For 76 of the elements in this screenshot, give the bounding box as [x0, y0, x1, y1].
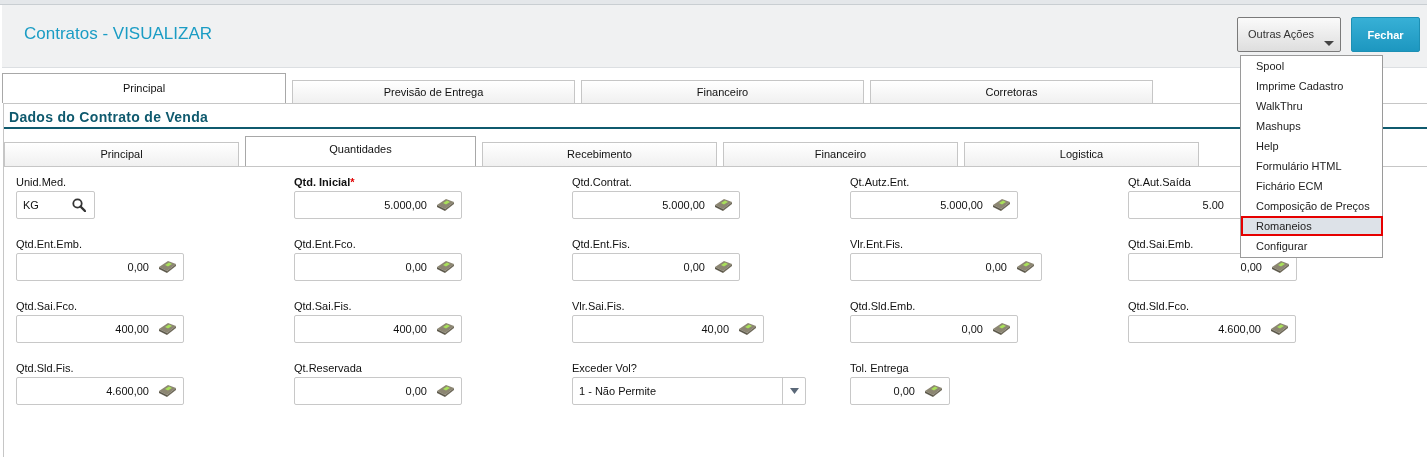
input-field[interactable]: 0,00	[1128, 253, 1297, 281]
input-field[interactable]: 400,00	[294, 315, 462, 343]
menu-item[interactable]: Spool	[1241, 56, 1382, 76]
page-title: Contratos - VISUALIZAR	[24, 24, 212, 44]
input-field[interactable]: 5.000,00	[294, 191, 462, 219]
section-title: Dados do Contrato de Venda	[9, 109, 210, 125]
caret-icon	[1324, 41, 1334, 46]
field-label: Qtd.Ent.Fco.	[294, 237, 356, 251]
calculator-icon	[739, 323, 756, 335]
search-icon	[72, 198, 86, 212]
field-label: Vlr.Ent.Fis.	[850, 237, 904, 251]
input-field[interactable]: 4.600,00	[1128, 315, 1296, 343]
field-label: Unid.Med.	[16, 175, 67, 189]
field-label: Qt.Autz.Ent.	[850, 175, 910, 189]
actions-dropdown-button[interactable]: Outras Ações	[1237, 17, 1341, 52]
input-field[interactable]: 5.000,00	[572, 191, 740, 219]
input-field[interactable]: KG	[16, 191, 95, 219]
input-field[interactable]: 4.600,00	[16, 377, 184, 405]
input-field[interactable]: 0,00	[850, 253, 1042, 281]
field-label: Qt.Aut.Saída	[1128, 175, 1191, 189]
calculator-icon	[159, 323, 176, 335]
input-field[interactable]: 0,00	[850, 377, 950, 405]
field-label: Qtd.Sai.Fis.	[294, 299, 352, 313]
tab[interactable]: Principal	[4, 142, 239, 166]
calculator-icon	[1272, 261, 1289, 273]
field-label: Qtd.Sai.Fco.	[16, 299, 78, 313]
input-field[interactable]: 400,00	[16, 315, 184, 343]
input-field[interactable]: 0,00	[850, 315, 1018, 343]
calculator-icon	[993, 323, 1010, 335]
field-label: Qtd.Sld.Fco.	[1128, 299, 1190, 313]
tab[interactable]: Principal	[2, 73, 286, 103]
input-field[interactable]: 0,00	[294, 253, 462, 281]
field-label: Qtd.Sai.Emb.	[1128, 237, 1194, 251]
field-label: Qtd.Sld.Fis.	[16, 361, 74, 375]
calculator-icon	[437, 323, 454, 335]
tab[interactable]: Corretoras	[870, 80, 1153, 103]
input-field[interactable]: 0,00	[572, 253, 740, 281]
field-label: Qtd.Ent.Fis.	[572, 237, 631, 251]
tab[interactable]: Quantidades	[245, 136, 476, 166]
field-label: Vlr.Sai.Fis.	[572, 299, 625, 313]
field-label: Exceder Vol?	[572, 361, 637, 375]
menu-item[interactable]: Formulário HTML	[1241, 156, 1382, 176]
field-label: Qtd.Contrat.	[572, 175, 632, 189]
input-field[interactable]: 0,00	[294, 377, 462, 405]
tab[interactable]: Financeiro	[723, 142, 958, 166]
field-label: Qtd.Sld.Emb.	[850, 299, 916, 313]
menu-item[interactable]: WalkThru	[1241, 96, 1382, 116]
tab[interactable]: Previsão de Entrega	[292, 80, 575, 103]
menu-item[interactable]: Imprime Cadastro	[1241, 76, 1382, 96]
calculator-icon	[159, 385, 176, 397]
calculator-icon	[437, 385, 454, 397]
menu-item[interactable]: Romaneios	[1241, 216, 1383, 236]
field-label: Qt.Reservada	[294, 361, 362, 375]
input-field[interactable]: 5.000,00	[850, 191, 1018, 219]
menu-item[interactable]: Mashups	[1241, 116, 1382, 136]
menu-item[interactable]: Help	[1241, 136, 1382, 156]
calculator-icon	[715, 261, 732, 273]
calculator-icon	[437, 261, 454, 273]
calculator-icon	[1271, 323, 1288, 335]
menu-item[interactable]: Configurar	[1241, 236, 1382, 256]
calculator-icon	[993, 199, 1010, 211]
tab[interactable]: Financeiro	[581, 80, 864, 103]
dropdown-field[interactable]: 1 - Não Permite	[572, 377, 806, 405]
input-field[interactable]: 0,00	[16, 253, 184, 281]
calculator-icon	[1017, 261, 1034, 273]
field-label: Qtd. Inicial*	[294, 175, 355, 189]
tab[interactable]: Recebimento	[482, 142, 717, 166]
input-field[interactable]: 40,00	[572, 315, 764, 343]
calculator-icon	[437, 199, 454, 211]
calculator-icon	[159, 261, 176, 273]
field-label: Qtd.Ent.Emb.	[16, 237, 83, 251]
field-label: Tol. Entrega	[850, 361, 909, 375]
calculator-icon	[925, 385, 942, 397]
calculator-icon	[715, 199, 732, 211]
tab[interactable]: Logistica	[964, 142, 1199, 166]
caret-icon	[789, 388, 799, 394]
